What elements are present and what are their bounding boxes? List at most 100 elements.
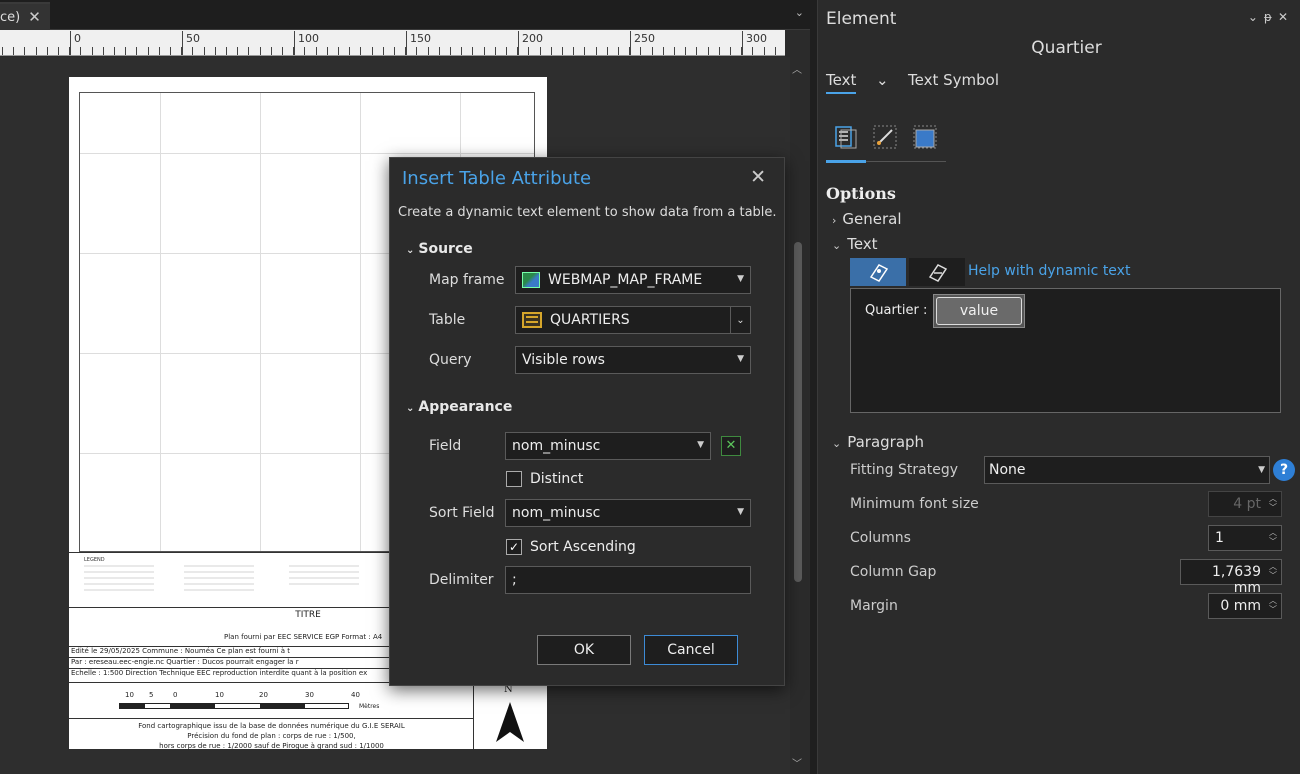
credit-line: hors corps de rue : 1/2000 sauf de Pirog… bbox=[159, 742, 384, 750]
chevron-down-icon[interactable]: ⌄ bbox=[795, 6, 804, 19]
scale-label: 5 bbox=[149, 691, 154, 699]
cancel-button[interactable]: Cancel bbox=[644, 635, 738, 665]
ruler-major-tick bbox=[294, 31, 295, 55]
tab-text-symbol[interactable]: Text Symbol bbox=[908, 71, 999, 89]
ruler-label: 0 bbox=[74, 32, 81, 45]
paragraph-label: Paragraph bbox=[847, 433, 925, 451]
scrollbar-thumb[interactable] bbox=[794, 242, 802, 582]
ruler-label: 300 bbox=[746, 32, 767, 45]
ruler-minor-tick bbox=[327, 47, 328, 55]
delimiter-input[interactable]: ; bbox=[505, 566, 751, 594]
help-dynamic-text-link[interactable]: Help with dynamic text bbox=[968, 263, 1130, 279]
meta-row-scale: Echelle : 1:500 Direction Technique EEC … bbox=[69, 668, 389, 677]
close-icon[interactable]: ✕ bbox=[750, 166, 766, 188]
layout-tab-label: ce) bbox=[0, 9, 21, 25]
layout-view: ce) ✕ ⌄ 0 50 100 150 200 250 300 ︿ ﹀ LEG… bbox=[0, 0, 810, 774]
ruler-minor-tick bbox=[192, 47, 193, 55]
scroll-up-icon[interactable]: ︿ bbox=[792, 61, 802, 76]
help-icon[interactable]: ? bbox=[1273, 459, 1295, 481]
ruler-minor-tick bbox=[428, 47, 429, 55]
ruler-major-tick bbox=[518, 31, 519, 55]
chevron-down-icon[interactable]: ⌄ bbox=[876, 71, 889, 89]
field-select[interactable]: nom_minusc ▼ bbox=[505, 432, 711, 460]
dynamic-text-button[interactable] bbox=[850, 258, 906, 286]
vertical-scrollbar[interactable]: ︿ ﹀ bbox=[790, 57, 806, 774]
insert-dynamic-text-button[interactable] bbox=[909, 258, 965, 286]
scale-unit: Mètres bbox=[359, 703, 380, 710]
text-options-icon[interactable] bbox=[830, 122, 860, 152]
source-section-toggle[interactable]: ⌄ Source bbox=[406, 241, 473, 257]
ruler-minor-tick bbox=[2, 47, 3, 55]
pin-icon[interactable]: ᵽ bbox=[1264, 10, 1278, 24]
close-icon[interactable]: ✕ bbox=[28, 8, 41, 26]
chevron-down-icon[interactable]: ⌄ bbox=[730, 307, 750, 333]
north-arrow[interactable]: N bbox=[474, 682, 547, 749]
ruler-minor-tick bbox=[685, 47, 686, 55]
chevron-down-icon: ▼ bbox=[737, 507, 744, 517]
chevron-down-icon: ▼ bbox=[1258, 465, 1265, 475]
ruler-minor-tick bbox=[484, 47, 485, 55]
chevron-down-icon: ▼ bbox=[737, 354, 744, 364]
general-section-toggle[interactable]: › General bbox=[832, 210, 902, 228]
column-gap-value: 1,7639 mm bbox=[1212, 564, 1261, 596]
sort-field-select[interactable]: nom_minusc ▼ bbox=[505, 499, 751, 527]
ruler-minor-tick bbox=[618, 47, 619, 55]
spinner-icon[interactable]: ︿ ﹀ bbox=[1269, 528, 1277, 546]
value-chip-label: value bbox=[936, 297, 1022, 325]
margin-value: 0 mm bbox=[1220, 598, 1261, 614]
fitting-strategy-select[interactable]: None ▼ bbox=[984, 456, 1270, 484]
frame-icon[interactable] bbox=[910, 122, 940, 152]
column-gap-input[interactable]: 1,7639 mm ︿ ﹀ bbox=[1180, 559, 1282, 596]
dialog-title: Insert Table Attribute bbox=[402, 168, 592, 189]
ruler-major-tick bbox=[70, 31, 71, 55]
columns-label: Columns bbox=[850, 530, 911, 546]
ruler-major-tick bbox=[406, 31, 407, 55]
ok-button[interactable]: OK bbox=[537, 635, 631, 665]
chevron-down-icon[interactable]: ⌄ bbox=[1248, 10, 1264, 24]
table-value: QUARTIERS bbox=[550, 312, 630, 328]
scale-label: 10 bbox=[215, 691, 224, 699]
dynamic-value-tag[interactable]: value bbox=[933, 294, 1025, 328]
query-select[interactable]: Visible rows ▼ bbox=[515, 346, 751, 374]
ruler-minor-tick bbox=[125, 47, 126, 55]
pane-controls: ⌄ᵽ✕ bbox=[1248, 10, 1294, 24]
ruler-minor-tick bbox=[629, 47, 630, 55]
columns-input[interactable]: 1 ︿ ﹀ bbox=[1208, 525, 1282, 551]
legend-title: LEGEND bbox=[84, 557, 105, 563]
ruler-major-tick bbox=[182, 31, 183, 55]
map-frame-select[interactable]: WEBMAP_MAP_FRAME ▼ bbox=[515, 266, 751, 294]
margin-input[interactable]: 0 mm ︿ ﹀ bbox=[1208, 593, 1282, 619]
brush-icon[interactable] bbox=[870, 122, 900, 152]
paragraph-section-toggle[interactable]: ⌄ Paragraph bbox=[832, 433, 924, 451]
ruler-minor-tick bbox=[394, 47, 395, 55]
table-select[interactable]: QUARTIERS ⌄ bbox=[515, 306, 751, 334]
source-header: Source bbox=[418, 241, 473, 257]
close-icon[interactable]: ✕ bbox=[1278, 10, 1294, 24]
appearance-header: Appearance bbox=[418, 399, 513, 415]
text-section-toggle[interactable]: ⌄ Text bbox=[832, 235, 878, 253]
distinct-checkbox[interactable] bbox=[506, 471, 522, 487]
scale-label: 20 bbox=[259, 691, 268, 699]
ruler-minor-tick bbox=[103, 47, 104, 55]
scroll-down-icon[interactable]: ﹀ bbox=[792, 755, 802, 770]
ruler-minor-tick bbox=[36, 47, 37, 55]
ruler-major-tick bbox=[742, 31, 743, 55]
spinner-icon[interactable]: ︿ ﹀ bbox=[1269, 562, 1277, 580]
ruler-minor-tick bbox=[372, 47, 373, 55]
tab-text[interactable]: Text bbox=[826, 71, 857, 94]
layout-tab[interactable]: ce) ✕ bbox=[0, 2, 50, 30]
chevron-down-icon: ⌄ bbox=[406, 403, 415, 414]
ruler-label: 250 bbox=[634, 32, 655, 45]
appearance-section-toggle[interactable]: ⌄ Appearance bbox=[406, 399, 512, 415]
scale-label: 10 bbox=[125, 691, 134, 699]
scale-bar-block[interactable]: 10 5 0 10 20 30 40 Mètres Fond cartograp… bbox=[69, 682, 474, 750]
columns-value: 1 bbox=[1215, 530, 1224, 546]
spinner-icon[interactable]: ︿ ﹀ bbox=[1269, 596, 1277, 614]
sort-ascending-checkbox[interactable]: ✓ bbox=[506, 539, 522, 555]
ruler-minor-tick bbox=[92, 47, 93, 55]
expression-icon[interactable]: ✕ bbox=[721, 436, 741, 456]
chevron-down-icon: ⌄ bbox=[832, 437, 842, 450]
text-editor[interactable]: Quartier : value bbox=[850, 288, 1281, 413]
ruler-minor-tick bbox=[114, 47, 115, 55]
ruler-minor-tick bbox=[674, 47, 675, 55]
